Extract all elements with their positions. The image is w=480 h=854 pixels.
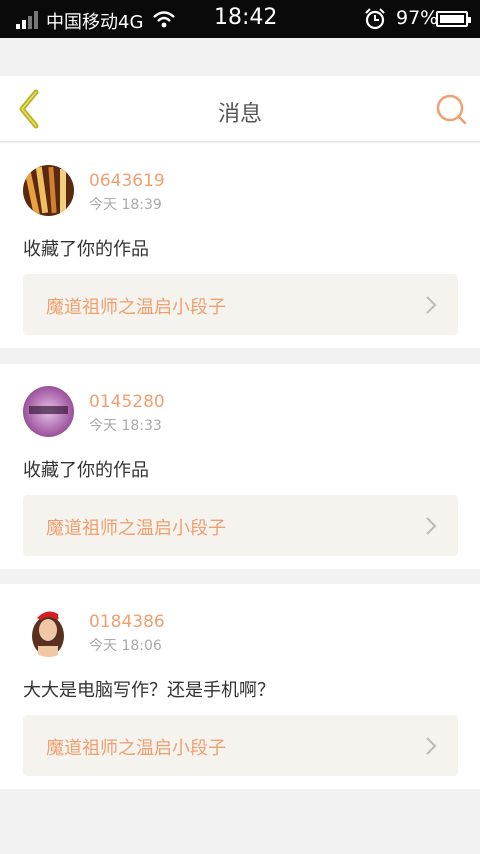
user-id[interactable]: 0643619 [89, 171, 165, 191]
message-time: 今天 18:39 [89, 197, 162, 213]
carrier-label: 中国移动4G [46, 12, 144, 33]
battery-icon [436, 11, 471, 27]
message-text: 大大是电脑写作？还是手机啊？ [23, 680, 275, 701]
message-card: 0145280 今天 18:33 收藏了你的作品 魔道祖师之温启小段子 [0, 364, 480, 569]
chevron-right-icon [426, 517, 437, 535]
work-title: 魔道祖师之温启小段子 [46, 738, 226, 759]
message-card: 0643619 今天 18:39 收藏了你的作品 魔道祖师之温启小段子 [0, 143, 480, 348]
message-text: 收藏了你的作品 [23, 239, 149, 260]
chevron-right-icon [426, 296, 437, 314]
work-link[interactable]: 魔道祖师之温启小段子 [23, 715, 458, 776]
chevron-right-icon [426, 737, 437, 755]
status-time: 18:42 [214, 5, 278, 30]
work-title: 魔道祖师之温启小段子 [46, 518, 226, 539]
alarm-icon [365, 8, 385, 30]
work-link[interactable]: 魔道祖师之温启小段子 [23, 495, 458, 556]
avatar[interactable] [23, 386, 74, 437]
battery-percent: 97% [396, 7, 439, 29]
avatar[interactable] [23, 165, 74, 216]
message-time: 今天 18:33 [89, 418, 162, 434]
work-title: 魔道祖师之温启小段子 [46, 297, 226, 318]
message-card: 0184386 今天 18:06 大大是电脑写作？还是手机啊？ 魔道祖师之温启小… [0, 584, 480, 789]
signal-icon [16, 11, 40, 29]
user-id[interactable]: 0184386 [89, 612, 165, 632]
work-link[interactable]: 魔道祖师之温启小段子 [23, 274, 458, 335]
message-text: 收藏了你的作品 [23, 460, 149, 481]
wifi-icon [153, 11, 175, 28]
message-time: 今天 18:06 [89, 638, 162, 654]
status-bar: 中国移动4G 18:42 97% [0, 0, 480, 38]
page-title: 消息 [217, 102, 262, 127]
search-icon[interactable] [434, 92, 468, 126]
top-nav-bar: 消息 [0, 76, 480, 142]
avatar[interactable] [23, 606, 74, 657]
user-id[interactable]: 0145280 [89, 392, 165, 412]
